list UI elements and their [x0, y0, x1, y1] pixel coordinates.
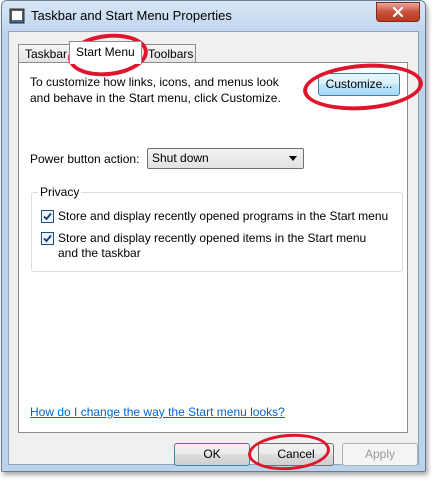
close-icon — [392, 7, 404, 17]
ok-button[interactable]: OK — [174, 443, 250, 466]
dialog-body: Taskbar Start Menu Toolbars To customize… — [8, 31, 419, 466]
recent-items-label: Store and display recently opened items … — [58, 231, 367, 260]
check-icon — [43, 212, 52, 221]
taskbar-properties-icon — [9, 8, 25, 24]
recent-items-checkbox[interactable] — [41, 232, 54, 245]
help-link[interactable]: How do I change the way the Start menu l… — [30, 405, 285, 419]
properties-window: Taskbar and Start Menu Properties Taskba… — [1, 0, 426, 472]
recent-programs-checkbox[interactable] — [41, 210, 54, 223]
tab-start-menu[interactable]: Start Menu — [69, 41, 142, 64]
chevron-down-icon — [289, 156, 297, 161]
title-bar[interactable]: Taskbar and Start Menu Properties — [2, 1, 425, 31]
power-button-label: Power button action: — [30, 152, 140, 166]
check-icon — [43, 234, 52, 243]
customize-description: To customize how links, icons, and menus… — [30, 75, 281, 105]
tab-taskbar[interactable]: Taskbar — [18, 44, 70, 63]
privacy-legend: Privacy — [38, 185, 82, 199]
power-button-select[interactable]: Shut down — [147, 148, 304, 169]
close-button[interactable] — [376, 2, 420, 22]
privacy-group: Privacy Store and display recently opene… — [31, 185, 403, 272]
recent-programs-label: Store and display recently opened progra… — [58, 209, 389, 223]
apply-button[interactable]: Apply — [342, 443, 418, 466]
window-title: Taskbar and Start Menu Properties — [31, 8, 232, 23]
tab-toolbars[interactable]: Toolbars — [141, 44, 196, 63]
customize-button[interactable]: Customize... — [318, 73, 400, 96]
cancel-button[interactable]: Cancel — [258, 443, 334, 466]
power-button-value: Shut down — [152, 151, 209, 165]
start-menu-panel: To customize how links, icons, and menus… — [18, 62, 408, 433]
